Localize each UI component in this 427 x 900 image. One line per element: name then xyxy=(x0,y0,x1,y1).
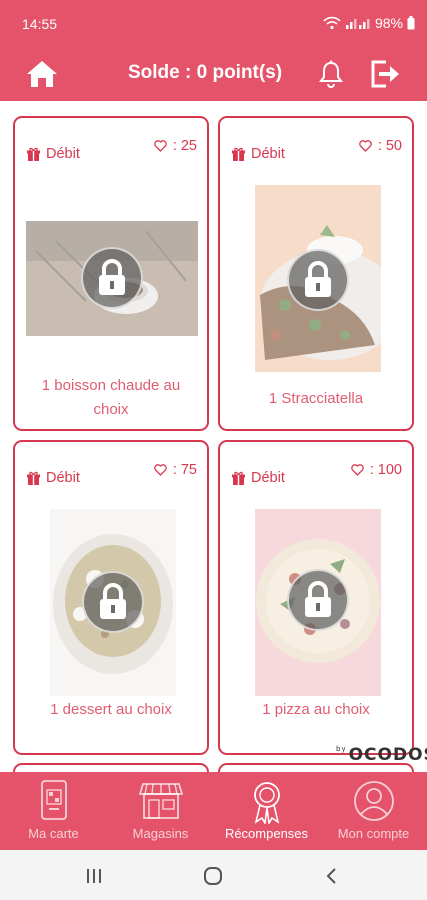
back-chevron-icon xyxy=(326,868,336,884)
heart-icon xyxy=(154,140,167,152)
wifi-icon xyxy=(323,16,341,30)
debit-tag: Débit xyxy=(232,470,285,486)
lock-icon xyxy=(287,569,349,631)
app-screen: 14:55 98% Solde : 0 point(s) Débit: 25 … xyxy=(0,0,427,900)
points-balance: Solde : 0 point(s) xyxy=(128,62,283,83)
debit-tag: Débit xyxy=(27,146,80,162)
likes-value: : 75 xyxy=(172,462,197,478)
store-icon xyxy=(138,780,183,825)
system-navigation-bar xyxy=(0,850,427,900)
brand-name: OCODOS xyxy=(348,745,427,765)
bottom-navigation: Ma carte Magasins Récompenses Mon compte xyxy=(0,772,427,850)
battery-text: 98% xyxy=(374,15,403,31)
nav-label: Magasins xyxy=(132,826,189,841)
phone-card-icon xyxy=(39,780,69,825)
status-bar: 14:55 98% xyxy=(0,0,427,48)
status-icons: 98% xyxy=(323,15,415,31)
nav-label: Mon compte xyxy=(337,826,410,841)
debit-label: Débit xyxy=(251,146,285,162)
debit-tag: Débit xyxy=(27,470,80,486)
battery-icon xyxy=(407,16,415,30)
likes-count: : 50 xyxy=(359,138,402,154)
brand-prefix: by xyxy=(336,745,347,753)
lock-icon xyxy=(81,247,143,309)
reward-title: 1 Stracciatella xyxy=(268,390,364,407)
likes-value: : 25 xyxy=(172,138,197,154)
reward-card[interactable]: Débit : 100 1 pizza au choix xyxy=(218,440,414,755)
debit-tag: Débit xyxy=(232,146,285,162)
likes-count: : 75 xyxy=(154,462,197,478)
heart-icon xyxy=(350,464,364,476)
recent-apps-button[interactable] xyxy=(74,864,114,888)
nav-magasins[interactable]: Magasins xyxy=(107,772,214,850)
gift-icon xyxy=(27,147,40,161)
status-time: 14:55 xyxy=(22,16,58,32)
reward-title: 1 pizza au choix xyxy=(262,701,370,718)
reward-card[interactable]: Débit : 75 1 dessert au choix xyxy=(13,440,209,755)
heart-icon xyxy=(154,464,167,476)
lock-icon xyxy=(82,571,144,633)
likes-value: : 50 xyxy=(377,138,402,154)
reward-title: 1 boisson chaude au choix xyxy=(41,377,181,418)
nav-mon-compte[interactable]: Mon compte xyxy=(320,772,427,850)
reward-title: 1 dessert au choix xyxy=(50,701,172,718)
debit-label: Débit xyxy=(46,146,80,162)
logout-button[interactable] xyxy=(369,58,403,90)
signal-icon xyxy=(345,16,371,30)
reward-image xyxy=(26,221,198,336)
rewards-grid: Débit : 25 1 boisson chaude au choix Déb… xyxy=(0,101,427,772)
likes-count: : 100 xyxy=(350,462,402,478)
home-button[interactable] xyxy=(24,56,60,92)
nav-recompenses[interactable]: Récompenses xyxy=(213,772,320,850)
app-header: Solde : 0 point(s) xyxy=(0,48,427,101)
gift-icon xyxy=(232,471,245,485)
nav-label: Récompenses xyxy=(224,826,309,841)
home-icon xyxy=(27,61,57,87)
bell-icon xyxy=(319,60,343,88)
reward-card[interactable]: Débit : 50 1 Stracciatella xyxy=(218,116,414,431)
likes-count: : 25 xyxy=(154,138,197,154)
award-ribbon-icon xyxy=(251,780,283,829)
home-system-button[interactable] xyxy=(193,864,233,888)
reward-image xyxy=(255,185,381,372)
brand-watermark: byOCODOS xyxy=(336,745,427,765)
reward-card-partial[interactable] xyxy=(13,763,209,772)
home-circle-icon xyxy=(204,867,222,885)
gift-icon xyxy=(232,147,245,161)
reward-card[interactable]: Débit : 25 1 boisson chaude au choix xyxy=(13,116,209,431)
notifications-button[interactable] xyxy=(316,58,346,90)
lock-icon xyxy=(287,249,349,311)
heart-icon xyxy=(359,140,372,152)
nav-label: Ma carte xyxy=(28,826,79,841)
user-account-icon xyxy=(353,780,395,827)
gift-icon xyxy=(27,471,40,485)
logout-icon xyxy=(371,60,399,88)
nav-ma-carte[interactable]: Ma carte xyxy=(0,772,107,850)
likes-value: : 100 xyxy=(369,462,402,478)
debit-label: Débit xyxy=(46,470,80,486)
back-button[interactable] xyxy=(312,864,352,888)
debit-label: Débit xyxy=(251,470,285,486)
recent-apps-icon xyxy=(87,869,101,883)
reward-image xyxy=(255,509,381,696)
reward-image xyxy=(50,509,176,696)
